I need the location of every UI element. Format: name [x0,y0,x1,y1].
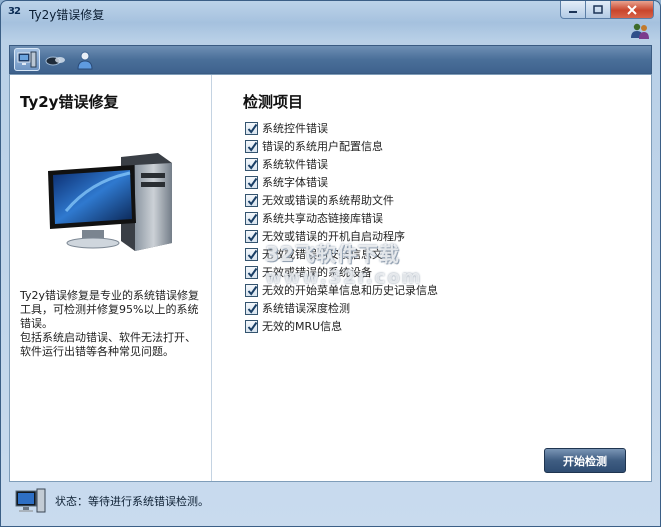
minimize-icon [569,10,577,13]
checkmark-icon [247,159,258,170]
check-item[interactable]: 系统控件错误 [245,119,438,137]
app-window: 32 Ty2y错误修复 Ty2y错误修复 Ty2y错误修复是专业的系统错误修复工… [0,0,661,527]
computer-illustration [48,153,172,251]
app-heading: Ty2y错误修复 [20,93,119,111]
checkbox[interactable] [245,121,258,135]
mouse-tool-button[interactable] [43,48,69,71]
mouse-icon [45,56,65,65]
check-item-label: 系统控件错误 [262,122,328,135]
checkbox[interactable] [245,247,258,261]
check-item[interactable]: 系统字体错误 [245,173,438,191]
checkbox[interactable] [245,175,258,189]
checkmark-icon [247,141,258,152]
check-item-label: 系统错误深度检测 [262,302,350,315]
app-description: Ty2y错误修复是专业的系统错误修复工具，可检测并修复95%以上的系统错误。 包… [20,289,206,359]
check-item-label: 错误的系统用户配置信息 [262,140,383,153]
checkbox[interactable] [245,265,258,279]
check-item[interactable]: 系统错误深度检测 [245,299,438,317]
computer-icon [17,51,37,67]
checkmark-icon [247,321,258,332]
check-item-label: 无效的MRU信息 [262,320,343,333]
checkbox[interactable] [245,157,258,171]
checkmark-icon [247,231,258,242]
checkmark-icon [247,267,258,278]
info-pane: Ty2y错误修复 Ty2y错误修复是专业的系统错误修复工具，可检测并修复95%以… [10,75,212,481]
check-items-heading: 检测项目 [243,93,304,111]
computer-status-icon [15,488,46,513]
check-item-label: 系统软件错误 [262,158,328,171]
app-icon: 32 [8,6,21,17]
minimize-button[interactable] [560,1,586,19]
checkmark-icon [247,195,258,206]
checkmark-icon [247,285,258,296]
computer-tool-button[interactable] [14,48,40,71]
maximize-icon [593,4,603,14]
close-icon [627,4,637,15]
checkmark-icon [247,303,258,314]
checkbox[interactable] [245,229,258,243]
start-scan-button[interactable]: 开始检测 [544,448,626,473]
checkbox[interactable] [245,211,258,225]
users-icon[interactable] [630,22,650,40]
user-icon [77,51,93,69]
user-tool-button[interactable] [72,48,98,71]
checkbox[interactable] [245,319,258,333]
check-item-label: 无效或错误的系统帮助文件 [262,194,394,207]
check-item[interactable]: 系统共享动态链接库错误 [245,209,438,227]
checkbox[interactable] [245,283,258,297]
title-bar[interactable]: 32 Ty2y错误修复 [1,1,660,25]
check-item[interactable]: 无效或错误的系统帮助文件 [245,191,438,209]
checkmark-icon [247,177,258,188]
check-item[interactable]: 系统软件错误 [245,155,438,173]
description-text: Ty2y错误修复是专业的系统错误修复工具，可检测并修复95%以上的系统错误。 包… [20,289,200,358]
maximize-button[interactable] [586,1,611,19]
status-text: 状态：等待进行系统错误检测。 [55,495,209,508]
check-item-label: 系统字体错误 [262,176,328,189]
check-item-label: 系统共享动态链接库错误 [262,212,383,225]
check-item[interactable]: 错误的系统用户配置信息 [245,137,438,155]
check-list: 系统控件错误错误的系统用户配置信息 系统软件错误 系统字体错误无效或错误的系统帮助文… [245,119,438,335]
checkbox[interactable] [245,301,258,315]
check-item[interactable]: 无效的MRU信息 [245,317,438,335]
status-bar: 状态：等待进行系统错误检测。 [9,483,652,519]
checkmark-icon [247,123,258,134]
close-button[interactable] [611,1,654,19]
checkmark-icon [247,249,258,260]
watermark-url: www.32r.com [265,267,423,288]
watermark-text: 32飞软件下载 [265,242,400,266]
caption-buttons [560,1,654,20]
toolbar [9,45,652,74]
window-title: Ty2y错误修复 [29,8,105,22]
checkbox[interactable] [245,139,258,153]
checkbox[interactable] [245,193,258,207]
checkmark-icon [247,213,258,224]
